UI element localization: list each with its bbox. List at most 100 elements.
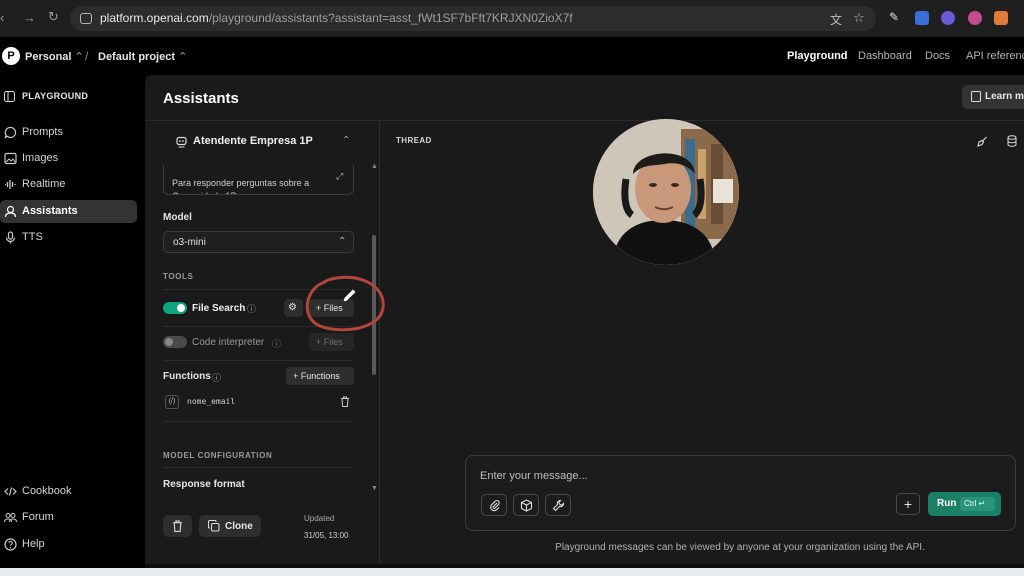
sidebar-item-label: Images	[22, 152, 59, 164]
instructions-field[interactable]: Para responder perguntas sobre a Comunid…	[163, 165, 354, 195]
sidebar-heading: PLAYGROUND	[22, 91, 89, 101]
divider	[163, 467, 353, 468]
divider	[163, 360, 353, 361]
sidebar-item-images[interactable]: Images	[0, 147, 137, 170]
sidebar-item-label: Cookbook	[22, 485, 72, 497]
pen-cursor-icon	[342, 288, 357, 303]
message-composer: + Run Ctrl ↵	[465, 455, 1016, 531]
tools-button[interactable]	[513, 494, 539, 516]
help-icon	[4, 538, 17, 551]
code-interpreter-label: Code interpreter	[192, 337, 265, 348]
sidebar-item-label: TTS	[22, 231, 43, 243]
thread-label: THREAD	[396, 136, 432, 145]
info-icon[interactable]: ⓘ	[212, 371, 221, 384]
assistant-switch-chevron-icon[interactable]: ⌃	[342, 135, 350, 146]
file-search-label: File Search	[192, 303, 246, 314]
presenter-video-icon	[593, 119, 739, 265]
os-taskbar	[0, 568, 1024, 576]
sidebar-item-realtime[interactable]: Realtime	[0, 173, 137, 196]
functions-label: Functions	[163, 371, 211, 382]
updated-label: Updated	[304, 514, 335, 523]
cube-icon	[520, 499, 533, 512]
sidebar-item-cookbook[interactable]: Cookbook	[0, 480, 137, 503]
docs-extension-icon[interactable]	[915, 11, 929, 25]
main-panel: Assistants Learn m Atendente Empresa 1P …	[145, 75, 1024, 564]
nav-docs[interactable]: Docs	[925, 50, 950, 62]
trash-icon[interactable]	[340, 396, 350, 407]
url-text: platform.openai.com/playground/assistant…	[100, 11, 573, 25]
nav-dashboard[interactable]: Dashboard	[858, 50, 912, 62]
privacy-disclaimer: Playground messages can be viewed by any…	[555, 542, 925, 553]
sidebar-item-label: Prompts	[22, 126, 63, 138]
database-icon[interactable]	[1007, 135, 1017, 147]
wrench-icon	[552, 499, 565, 512]
learn-more-button[interactable]: Learn m	[962, 85, 1024, 109]
app-header: P Personal ⌃ / Default project ⌃ Playgro…	[0, 37, 1024, 75]
model-label: Model	[163, 212, 192, 223]
attach-button[interactable]	[481, 494, 507, 516]
sidebar-item-help[interactable]: Help	[0, 533, 137, 556]
extension-icon[interactable]	[941, 11, 955, 25]
reload-icon[interactable]: ↻	[48, 9, 59, 25]
forward-icon[interactable]: →	[23, 10, 36, 25]
scroll-up-icon[interactable]: ▲	[371, 163, 378, 170]
browser-toolbar: ‹ → ↻ platform.openai.com/playground/ass…	[0, 0, 1024, 37]
translate-icon[interactable]: 文	[830, 11, 842, 28]
sidebar-toggle-icon[interactable]	[4, 91, 15, 102]
functions-tool-button[interactable]	[545, 494, 571, 516]
clone-button[interactable]: Clone	[199, 515, 261, 537]
run-button[interactable]: Run Ctrl ↵	[928, 492, 1001, 516]
assistant-name[interactable]: Atendente Empresa 1P	[193, 135, 313, 147]
delete-assistant-button[interactable]	[163, 515, 192, 537]
header-divider	[145, 120, 1024, 121]
file-search-toggle[interactable]	[163, 302, 187, 314]
site-settings-icon[interactable]	[80, 13, 92, 24]
sidebar-item-label: Realtime	[22, 178, 66, 190]
function-icon: (/)	[165, 395, 179, 409]
address-bar[interactable]: platform.openai.com/playground/assistant…	[70, 6, 876, 31]
back-icon[interactable]: ‹	[0, 10, 4, 25]
paperclip-icon	[490, 500, 500, 512]
assistant-robot-icon	[176, 136, 187, 148]
info-icon[interactable]: ⓘ	[272, 337, 281, 350]
chat-bubble-icon	[4, 126, 17, 139]
puzzle-extension-icon[interactable]	[994, 11, 1008, 25]
clear-broom-icon[interactable]	[977, 136, 988, 147]
book-icon	[971, 91, 981, 102]
add-message-button[interactable]: +	[896, 493, 920, 515]
run-shortcut-badge: Ctrl ↵	[960, 497, 995, 511]
sidebar-item-assistants[interactable]: Assistants	[0, 200, 137, 223]
profile-extension-icon[interactable]	[968, 11, 982, 25]
people-icon	[4, 513, 17, 523]
message-input[interactable]	[480, 470, 860, 482]
model-select[interactable]: o3-mini ⌃	[163, 231, 354, 253]
trash-icon	[173, 520, 182, 532]
response-format-label: Response format	[163, 479, 245, 490]
robot-icon	[4, 205, 17, 218]
sidebar-item-label: Forum	[22, 511, 54, 523]
divider	[163, 421, 353, 422]
code-icon	[4, 487, 17, 496]
scroll-down-icon[interactable]: ▼	[371, 485, 378, 492]
sidebar-item-prompts[interactable]: Prompts	[0, 121, 137, 144]
breadcrumb-separator: /	[85, 49, 89, 63]
sidebar-item-label: Help	[22, 538, 45, 550]
sidebar-item-forum[interactable]: Forum	[0, 506, 137, 529]
updated-timestamp: 31/05, 13:00	[304, 531, 349, 540]
webcam-overlay	[593, 119, 739, 265]
project-switcher[interactable]: Default project ⌃	[98, 50, 187, 63]
sidebar-item-tts[interactable]: TTS	[0, 226, 137, 249]
info-icon[interactable]: ⓘ	[247, 302, 256, 315]
org-switcher[interactable]: Personal ⌃	[25, 50, 84, 63]
org-avatar[interactable]: P	[2, 47, 20, 65]
expand-icon[interactable]: ⤢	[336, 171, 343, 182]
nav-api-reference[interactable]: API reference	[966, 50, 1024, 62]
column-divider[interactable]	[379, 121, 380, 564]
nav-playground[interactable]: Playground	[787, 50, 848, 62]
code-interpreter-toggle[interactable]	[163, 336, 187, 348]
add-function-button[interactable]: + Functions	[286, 367, 354, 385]
copy-icon	[208, 520, 220, 532]
bookmark-star-icon[interactable]: ☆	[853, 10, 865, 26]
eyedropper-extension-icon[interactable]: ✎	[889, 10, 903, 24]
function-item[interactable]: (/) nome_email	[163, 395, 354, 409]
